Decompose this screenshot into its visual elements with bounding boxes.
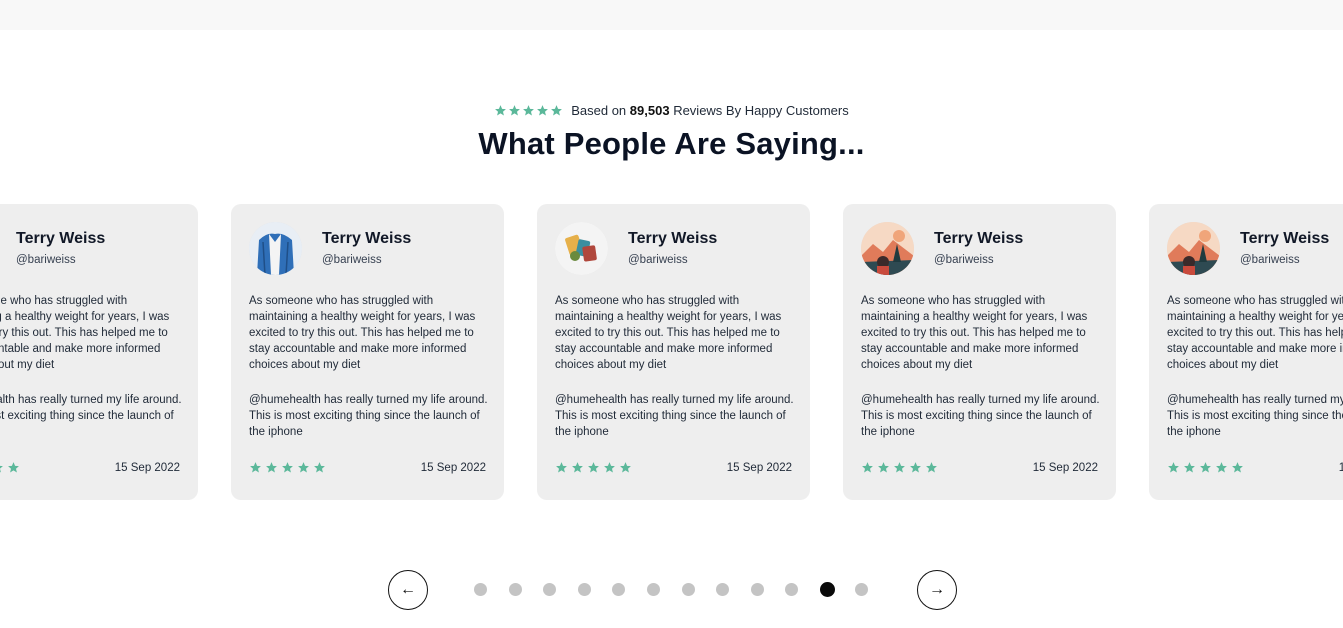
star-icon xyxy=(1215,461,1228,474)
review-card: Terry Weiss @bariweiss As someone who has … xyxy=(231,204,504,500)
reviewer-handle: @bariweiss xyxy=(16,254,76,266)
pagination-dot[interactable] xyxy=(854,583,868,596)
reviewer-name: Terry Weiss xyxy=(934,230,1024,247)
review-text: As someone who has struggled with mainta… xyxy=(1167,293,1343,459)
review-date: 15 Sep 2022 xyxy=(1032,462,1098,474)
star-icon xyxy=(1183,461,1196,474)
star-icon xyxy=(893,461,906,474)
review-paragraph: As someone who has struggled with mainta… xyxy=(861,295,1088,371)
review-rating xyxy=(1167,461,1244,474)
pagination-dot[interactable] xyxy=(681,583,695,596)
star-icon xyxy=(0,461,4,474)
books-illustration-icon xyxy=(555,222,608,275)
star-icon xyxy=(313,461,326,474)
review-text: As someone who has struggled with mainta… xyxy=(0,293,183,459)
star-icon xyxy=(1167,461,1180,474)
star-icon xyxy=(619,461,632,474)
review-text: As someone who has struggled with mainta… xyxy=(861,293,1101,459)
pagination-dot[interactable] xyxy=(647,583,660,596)
pagination-dot[interactable] xyxy=(612,583,626,596)
star-icon xyxy=(508,104,521,117)
star-icon xyxy=(571,461,584,474)
star-icon xyxy=(297,461,310,474)
pagination-dot[interactable] xyxy=(577,583,591,596)
based-on-suffix: Reviews By Happy Customers xyxy=(673,103,849,118)
star-icon xyxy=(7,461,20,474)
review-card: Terry Weiss @bariweiss As someone who has … xyxy=(537,204,810,500)
review-count: 89,503 xyxy=(629,103,670,118)
star-icon xyxy=(603,461,616,474)
landscape-illustration-icon xyxy=(1167,222,1220,275)
reviewer-handle: @bariweiss xyxy=(934,254,994,266)
review-card: Terry Weiss @bariweiss As someone who has … xyxy=(1149,204,1343,500)
review-paragraph: As someone who has struggled with mainta… xyxy=(555,295,782,371)
review-paragraph: @humehealth has really turned my life ar… xyxy=(555,394,794,438)
star-icon xyxy=(281,461,294,474)
star-icon xyxy=(494,104,507,117)
star-icon xyxy=(1199,461,1212,474)
review-paragraph: @humehealth has really turned my life ar… xyxy=(861,394,1100,438)
review-text: As someone who has struggled with mainta… xyxy=(555,293,795,459)
star-icon xyxy=(861,461,874,474)
star-icon xyxy=(265,461,278,474)
star-icon xyxy=(550,104,563,117)
reviewer-name: Terry Weiss xyxy=(1240,230,1330,247)
review-rating xyxy=(249,461,326,474)
review-paragraph: @humehealth has really turned my life ar… xyxy=(249,394,488,438)
reviewer-name: Terry Weiss xyxy=(322,230,412,247)
star-icon xyxy=(1231,461,1244,474)
reviewer-name: Terry Weiss xyxy=(628,230,718,247)
top-bar xyxy=(0,0,1343,30)
pagination-dot-active[interactable] xyxy=(820,582,835,597)
prev-button[interactable]: ← xyxy=(388,570,428,610)
star-icon xyxy=(877,461,890,474)
section-heading: What People Are Saying... xyxy=(478,126,865,161)
landscape-illustration-icon xyxy=(861,222,914,275)
star-icon xyxy=(536,104,549,117)
star-icon xyxy=(555,461,568,474)
review-text: As someone who has struggled with mainta… xyxy=(249,293,489,459)
review-carousel[interactable]: Terry Weiss @bariweiss As someone who has … xyxy=(0,204,1343,500)
review-rating xyxy=(555,461,632,474)
review-date: 15 Sep 2022 xyxy=(114,462,180,474)
rating-summary: Based on 89,503 Reviews By Happy Custome… xyxy=(0,103,1343,118)
based-on-prefix: Based on xyxy=(571,103,627,118)
star-icon xyxy=(249,461,262,474)
review-paragraph: As someone who has struggled with mainta… xyxy=(1167,295,1343,371)
review-rating xyxy=(861,461,938,474)
review-paragraph: @humehealth has really turned my life ar… xyxy=(0,394,182,422)
reviewer-handle: @bariweiss xyxy=(322,254,382,266)
review-date: 15 Sep 2022 xyxy=(1338,462,1343,474)
reviewer-handle: @bariweiss xyxy=(1240,254,1300,266)
next-button[interactable]: → xyxy=(917,570,957,610)
review-date: 15 Sep 2022 xyxy=(726,462,792,474)
shirt-photo-icon xyxy=(249,222,302,275)
reviewer-handle: @bariweiss xyxy=(628,254,688,266)
summary-stars xyxy=(494,104,563,117)
review-paragraph: @humehealth has really turned my life ar… xyxy=(1167,394,1343,438)
star-icon xyxy=(522,104,535,117)
star-icon xyxy=(587,461,600,474)
review-rating xyxy=(0,461,20,474)
reviewer-name: Terry Weiss xyxy=(16,230,106,247)
carousel-controls: ← → xyxy=(0,570,1343,610)
pagination-dot[interactable] xyxy=(508,583,522,596)
review-card: Terry Weiss @bariweiss As someone who has … xyxy=(843,204,1116,500)
review-paragraph: As someone who has struggled with mainta… xyxy=(249,295,476,371)
pagination-dot[interactable] xyxy=(785,583,799,596)
pagination-dot[interactable] xyxy=(474,583,487,596)
star-icon xyxy=(909,461,922,474)
review-paragraph: As someone who has struggled with mainta… xyxy=(0,295,170,371)
pagination-dot[interactable] xyxy=(716,583,730,596)
review-date: 15 Sep 2022 xyxy=(420,462,486,474)
pagination-dot[interactable] xyxy=(750,583,764,596)
pagination-dot[interactable] xyxy=(543,583,557,596)
review-card: Terry Weiss @bariweiss As someone who has … xyxy=(0,204,198,500)
star-icon xyxy=(925,461,938,474)
